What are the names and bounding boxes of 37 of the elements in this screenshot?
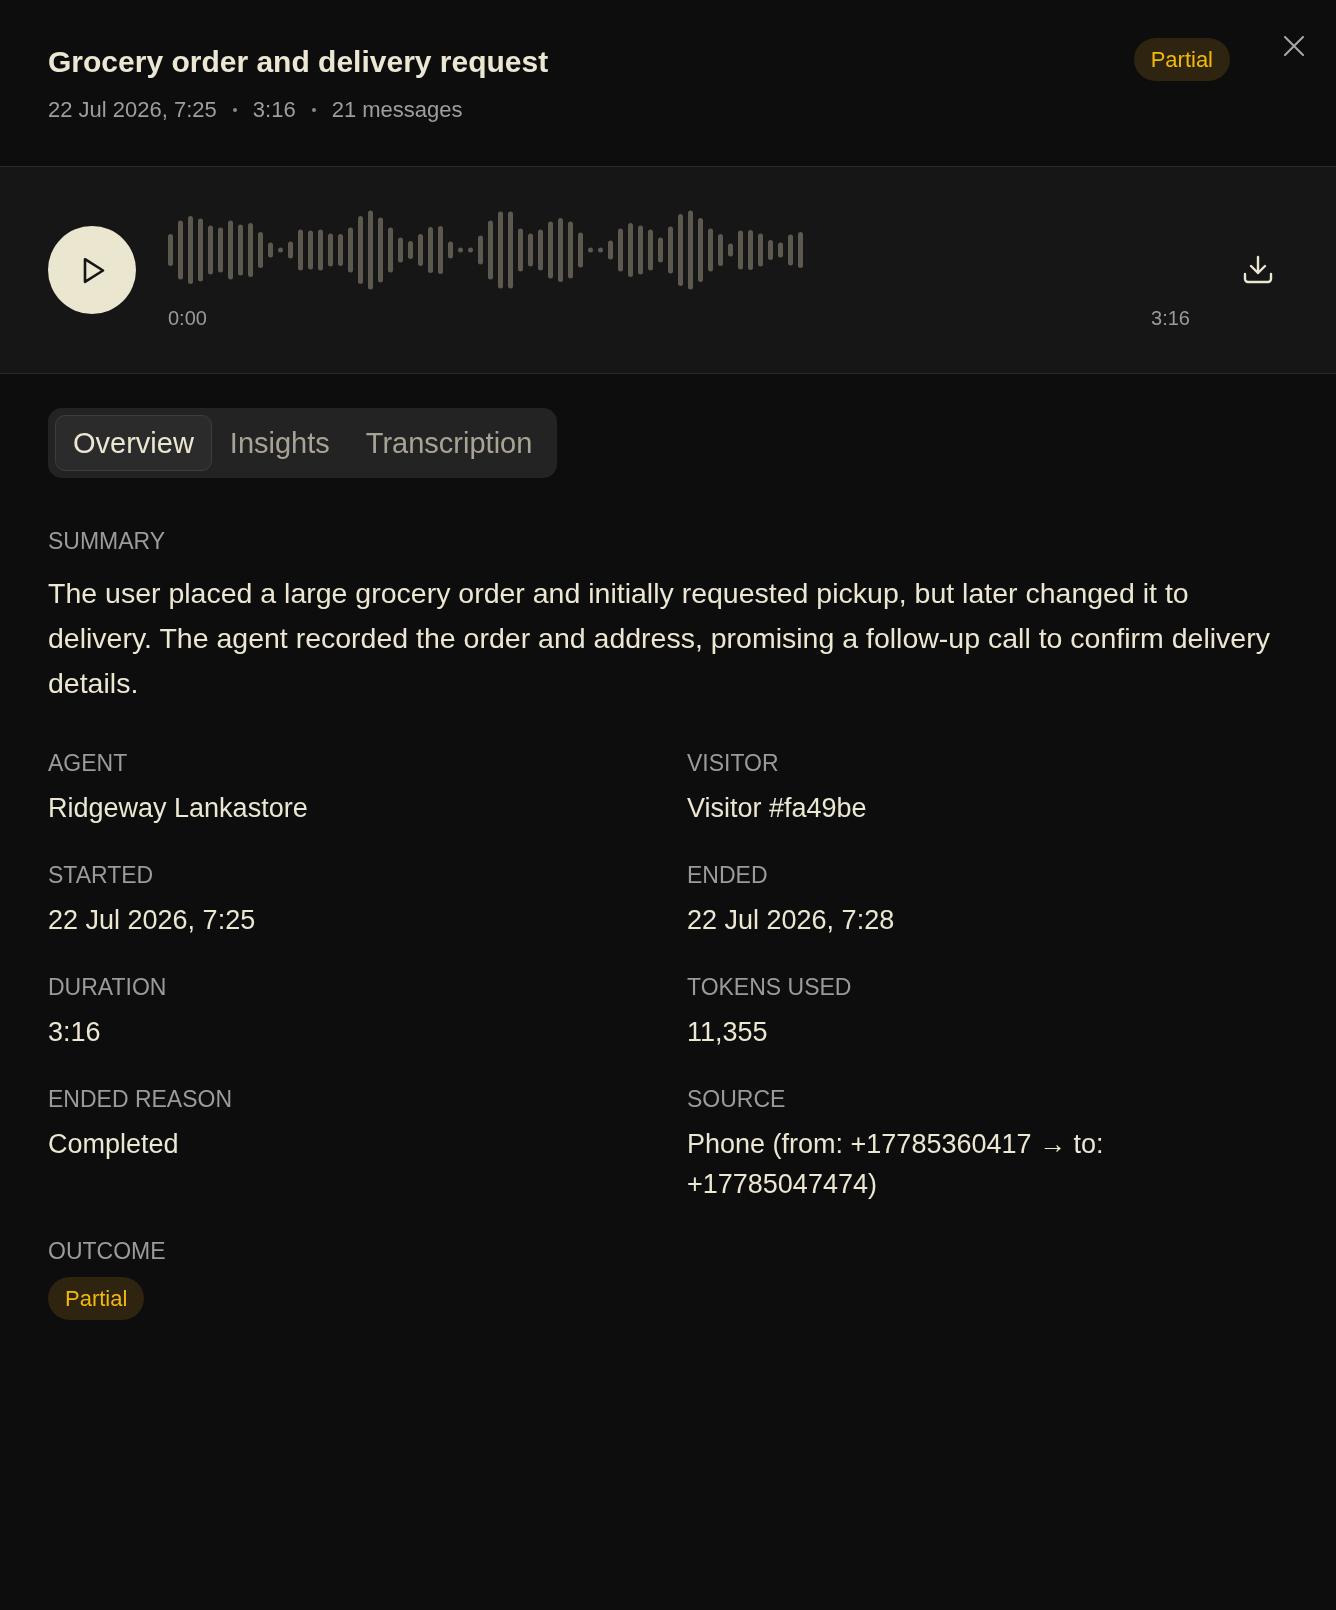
detail-value: Phone (from: +17785360417 → to: +17785047474)	[687, 1128, 1105, 1201]
detail-label: ENDED	[687, 861, 768, 889]
dot-separator-icon	[232, 108, 237, 112]
tab[interactable]: Overview	[55, 415, 212, 471]
play-icon	[83, 256, 105, 284]
call-meta: 21 messages	[331, 96, 463, 124]
download-icon	[1243, 255, 1273, 285]
detail-label: ENDED REASON	[48, 1085, 233, 1113]
call-title: Grocery order and delivery request	[48, 44, 549, 80]
detail-value: Ridgeway Lankastore	[48, 792, 308, 825]
current-time: 0:00	[168, 306, 207, 330]
detail-label: AGENT	[48, 749, 128, 777]
detail-value: Completed	[48, 1128, 179, 1161]
close-button[interactable]	[1284, 36, 1304, 56]
detail-label: OUTCOME	[48, 1237, 166, 1265]
detail-value: 11,355	[687, 1016, 768, 1049]
download-button[interactable]	[1243, 255, 1273, 285]
outcome-badge: Partial	[48, 1277, 145, 1320]
detail-label: SOURCE	[687, 1085, 786, 1113]
detail-value: Visitor #fa49be	[687, 792, 867, 825]
tab[interactable]: Insights	[211, 415, 348, 471]
tab[interactable]: Transcription	[347, 415, 551, 471]
detail-label: DURATION	[48, 973, 167, 1001]
dot-separator-icon	[311, 108, 316, 112]
close-icon	[1284, 36, 1304, 56]
total-time: 3:16	[1151, 306, 1190, 330]
detail-label: TOKENS USED	[687, 973, 852, 1001]
detail-value: 22 Jul 2026, 7:25	[48, 904, 256, 937]
call-meta: 3:16	[252, 96, 296, 124]
detail-label: VISITOR	[687, 749, 779, 777]
status-badge: Partial	[1133, 38, 1230, 81]
detail-value: 3:16	[48, 1016, 101, 1049]
summary-text: The user placed a large grocery order and initially requested pickup, but later changed it to delivery. The agent recorded the order and address, promising a follow-up call to confirm delivery details.	[48, 576, 1271, 701]
detail-value: 22 Jul 2026, 7:28	[687, 904, 895, 937]
section-label: SUMMARY	[48, 527, 166, 555]
call-meta: 22 Jul 2026, 7:25	[48, 96, 217, 124]
detail-label: STARTED	[48, 861, 154, 889]
